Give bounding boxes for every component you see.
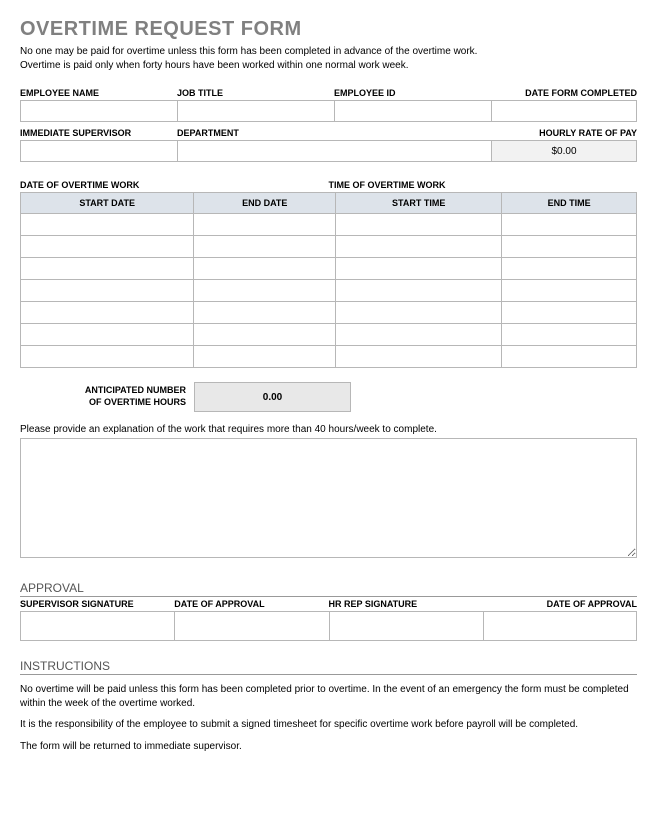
anticipated-value: 0.00 <box>194 382 351 412</box>
explanation-input[interactable] <box>20 438 637 558</box>
table-row[interactable] <box>21 302 637 324</box>
intro-line-1: No one may be paid for overtime unless t… <box>20 46 477 57</box>
employee-name-input[interactable] <box>20 100 177 122</box>
hr-sig-input[interactable] <box>329 611 483 641</box>
approval-date2-label: DATE OF APPROVAL <box>483 599 637 611</box>
col-end-date: END DATE <box>194 193 336 214</box>
table-row[interactable] <box>21 258 637 280</box>
approval-date1-input[interactable] <box>174 611 328 641</box>
job-title-input[interactable] <box>177 100 334 122</box>
employee-id-label: EMPLOYEE ID <box>334 88 491 100</box>
employee-row-2: IMMEDIATE SUPERVISOR DEPARTMENT HOURLY R… <box>20 128 637 162</box>
intro-text: No one may be paid for overtime unless t… <box>20 45 637 72</box>
instructions-p2: It is the responsibility of the employee… <box>20 718 637 732</box>
supervisor-sig-input[interactable] <box>20 611 174 641</box>
col-end-time: END TIME <box>502 193 637 214</box>
anticipated-label-2: OF OVERTIME HOURS <box>89 397 186 407</box>
job-title-label: JOB TITLE <box>177 88 334 100</box>
approval-row: SUPERVISOR SIGNATURE DATE OF APPROVAL HR… <box>20 599 637 641</box>
employee-name-label: EMPLOYEE NAME <box>20 88 177 100</box>
employee-row-1: EMPLOYEE NAME JOB TITLE EMPLOYEE ID DATE… <box>20 88 637 122</box>
hr-sig-label: HR REP SIGNATURE <box>329 599 483 611</box>
approval-date2-input[interactable] <box>483 611 637 641</box>
page-title: OVERTIME REQUEST FORM <box>20 18 637 41</box>
col-start-date: START DATE <box>21 193 194 214</box>
approval-heading: APPROVAL <box>20 581 637 597</box>
table-row[interactable] <box>21 346 637 368</box>
table-row[interactable] <box>21 236 637 258</box>
overtime-table: START DATE END DATE START TIME END TIME <box>20 192 637 368</box>
instructions-p3: The form will be returned to immediate s… <box>20 740 637 754</box>
instructions-p1: No overtime will be paid unless this for… <box>20 683 637 710</box>
supervisor-sig-label: SUPERVISOR SIGNATURE <box>20 599 174 611</box>
department-label: DEPARTMENT <box>177 128 491 140</box>
instructions-heading: INSTRUCTIONS <box>20 659 637 675</box>
hourly-rate-value: $0.00 <box>491 140 637 162</box>
ot-super-headers: DATE OF OVERTIME WORK TIME OF OVERTIME W… <box>20 180 637 190</box>
anticipated-block: ANTICIPATED NUMBER OF OVERTIME HOURS 0.0… <box>20 382 637 412</box>
table-row[interactable] <box>21 324 637 346</box>
col-start-time: START TIME <box>336 193 502 214</box>
approval-date1-label: DATE OF APPROVAL <box>174 599 328 611</box>
hourly-rate-label: HOURLY RATE OF PAY <box>491 128 637 140</box>
date-ot-header: DATE OF OVERTIME WORK <box>20 180 329 190</box>
supervisor-input[interactable] <box>20 140 177 162</box>
table-row[interactable] <box>21 214 637 236</box>
date-completed-input[interactable] <box>491 100 637 122</box>
anticipated-label: ANTICIPATED NUMBER OF OVERTIME HOURS <box>20 385 194 408</box>
intro-line-2: Overtime is paid only when forty hours h… <box>20 60 409 71</box>
department-input[interactable] <box>177 140 491 162</box>
anticipated-label-1: ANTICIPATED NUMBER <box>85 385 186 395</box>
supervisor-label: IMMEDIATE SUPERVISOR <box>20 128 177 140</box>
table-row[interactable] <box>21 280 637 302</box>
time-ot-header: TIME OF OVERTIME WORK <box>329 180 638 190</box>
explanation-label: Please provide an explanation of the wor… <box>20 424 637 435</box>
employee-id-input[interactable] <box>334 100 491 122</box>
date-completed-label: DATE FORM COMPLETED <box>491 88 637 100</box>
